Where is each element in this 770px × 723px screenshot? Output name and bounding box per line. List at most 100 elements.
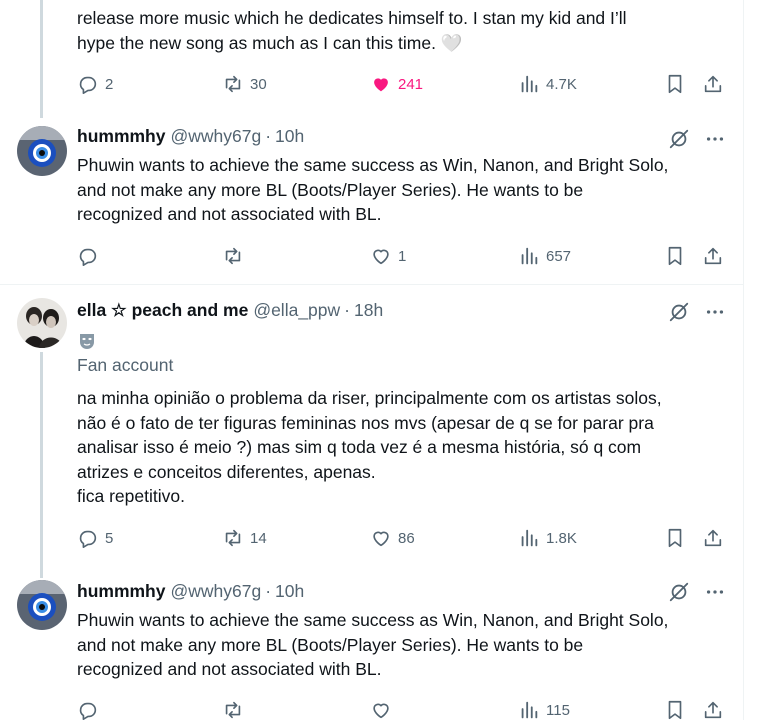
avatar[interactable]	[17, 126, 67, 176]
separator-dot: ·	[344, 300, 350, 320]
avatar[interactable]	[17, 298, 67, 348]
like-count: 241	[398, 75, 424, 93]
heart-icon	[373, 249, 389, 265]
bookmark-button[interactable]	[664, 697, 686, 723]
views-button[interactable]: 115	[518, 697, 570, 723]
share-button[interactable]	[702, 697, 724, 723]
reply-count: 5	[105, 529, 114, 547]
thread-line	[40, 352, 43, 578]
repost-icon	[225, 75, 241, 93]
tweet-text: Phuwin wants to achieve the same success…	[77, 155, 669, 224]
tweet-actions: 2 30 241 4.7K	[77, 71, 727, 97]
repost-icon	[225, 529, 241, 547]
views-icon	[521, 701, 538, 719]
reply-count: 2	[105, 75, 114, 93]
reply-button[interactable]: 2	[77, 71, 113, 97]
views-button[interactable]: 1.8K	[518, 525, 577, 551]
bookmark-button[interactable]	[664, 525, 686, 551]
repost-icon	[225, 247, 241, 265]
tweet-header: hummmhy @wwhy67g · 10h	[77, 581, 304, 602]
repost-count: 14	[250, 529, 267, 547]
views-button[interactable]: 4.7K	[518, 71, 577, 97]
share-button[interactable]	[702, 525, 724, 551]
like-button[interactable]: 1	[370, 243, 406, 269]
views-button[interactable]: 657	[518, 243, 571, 269]
like-count: 1	[398, 247, 407, 265]
heart-icon	[373, 531, 389, 547]
reply-button[interactable]	[77, 243, 105, 269]
repost-button[interactable]: 14	[222, 525, 267, 551]
bookmark-icon	[668, 74, 682, 94]
fan-account-label: Fan account	[77, 355, 174, 375]
reply-button[interactable]: 5	[77, 525, 113, 551]
bookmark-icon	[668, 246, 682, 266]
tweet-header-icons	[668, 301, 726, 323]
more-icon[interactable]	[704, 128, 726, 150]
user-handle[interactable]: @wwhy67g	[170, 126, 261, 147]
like-count: 86	[398, 529, 415, 547]
tweet-actions: 5 14 86 1.8K	[77, 525, 727, 551]
tweet-header-icons	[668, 128, 726, 150]
reply-icon	[79, 530, 97, 548]
tweet-actions: 1 657	[77, 243, 727, 269]
share-icon	[704, 701, 722, 719]
tweet-header-icons	[668, 581, 726, 603]
more-icon[interactable]	[704, 301, 726, 323]
views-count: 4.7K	[546, 75, 577, 93]
more-icon[interactable]	[704, 581, 726, 603]
grok-icon[interactable]	[668, 301, 690, 323]
thread-line	[40, 0, 43, 118]
display-name[interactable]: ella ☆ peach and me	[77, 300, 248, 321]
views-count: 1.8K	[546, 529, 577, 547]
bookmark-icon	[668, 700, 682, 720]
display-name[interactable]: hummmhy	[77, 581, 165, 602]
display-name[interactable]: hummmhy	[77, 126, 165, 147]
views-count: 115	[546, 701, 570, 719]
share-icon	[704, 75, 722, 93]
separator-dot: ·	[265, 581, 272, 601]
post-divider	[0, 284, 743, 285]
bookmark-button[interactable]	[664, 71, 686, 97]
separator-dot: ·	[265, 126, 272, 146]
like-button[interactable]	[370, 697, 398, 723]
grok-icon[interactable]	[668, 581, 690, 603]
heart-icon	[373, 703, 389, 719]
reply-icon	[79, 702, 97, 720]
column-border	[743, 0, 744, 720]
repost-count: 30	[250, 75, 267, 93]
avatar[interactable]	[17, 580, 67, 630]
tweet-actions: 115	[77, 697, 727, 723]
share-button[interactable]	[702, 71, 724, 97]
views-count: 657	[546, 247, 572, 265]
like-button[interactable]: 86	[370, 525, 415, 551]
tweet-header: ella ☆ peach and me @ella_ppw · 18h	[77, 300, 383, 321]
user-handle[interactable]: @wwhy67g	[170, 581, 261, 602]
share-icon	[704, 529, 722, 547]
theater-mask-icon	[80, 334, 94, 349]
timestamp[interactable]: 18h	[354, 300, 383, 321]
tweet-text: Phuwin wants to achieve the same success…	[77, 610, 669, 679]
tweet-text: release more music which he dedicates hi…	[77, 8, 627, 53]
user-handle[interactable]: @ella_ppw	[253, 300, 340, 321]
tweet-header: hummmhy @wwhy67g · 10h	[77, 126, 304, 147]
like-button[interactable]: 241	[370, 71, 423, 97]
share-icon	[704, 247, 722, 265]
reply-icon	[79, 76, 97, 94]
tweet-text: na minha opinião o problema da riser, pr…	[77, 388, 662, 506]
views-icon	[521, 247, 538, 265]
reply-icon	[79, 248, 97, 266]
grok-icon[interactable]	[668, 128, 690, 150]
views-icon	[521, 75, 538, 93]
reply-button[interactable]	[77, 697, 105, 723]
repost-button[interactable]	[222, 243, 250, 269]
timestamp[interactable]: 10h	[275, 581, 304, 602]
repost-icon	[225, 701, 241, 719]
bookmark-icon	[668, 528, 682, 548]
timestamp[interactable]: 10h	[275, 126, 304, 147]
repost-button[interactable]: 30	[222, 71, 267, 97]
heart-icon	[374, 78, 388, 92]
share-button[interactable]	[702, 243, 724, 269]
repost-button[interactable]	[222, 697, 250, 723]
bookmark-button[interactable]	[664, 243, 686, 269]
views-icon	[521, 529, 538, 547]
